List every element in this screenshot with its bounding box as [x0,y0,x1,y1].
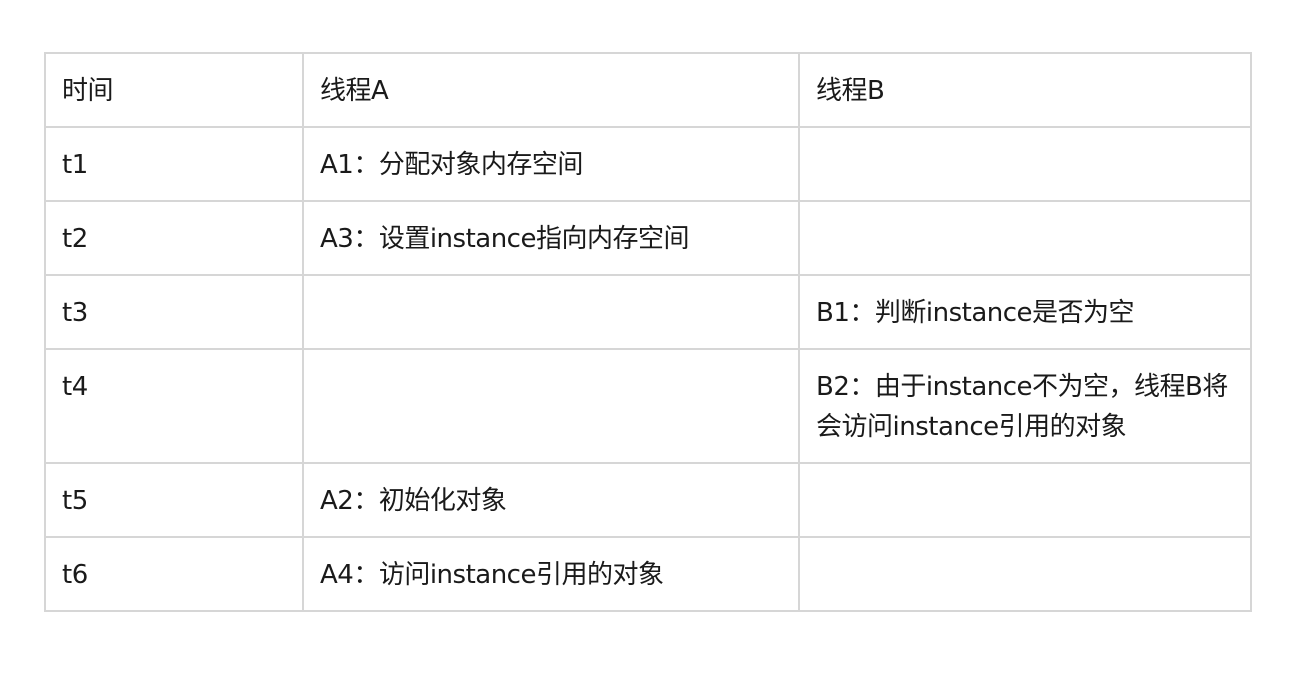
thread-b-cell: B1：判断instance是否为空 [798,274,1252,350]
thread-b-cell [798,536,1252,612]
thread-a-cell: A3：设置instance指向内存空间 [302,200,800,276]
thread-a-cell [302,348,800,464]
header-row: 时间 线程A 线程B [44,52,1252,128]
thread-a-cell [302,274,800,350]
thread-a-cell: A4：访问instance引用的对象 [302,536,800,612]
table-row: t6 A4：访问instance引用的对象 [44,536,1252,612]
thread-a-cell: A2：初始化对象 [302,462,800,538]
thread-timeline-table: 时间 线程A 线程B t1 A1：分配对象内存空间 t2 A3：设置instan… [44,52,1252,612]
timeline-table-container: 时间 线程A 线程B t1 A1：分配对象内存空间 t2 A3：设置instan… [44,52,1252,612]
time-cell: t3 [44,274,304,350]
thread-b-cell [798,126,1252,202]
table-row: t4 B2：由于instance不为空，线程B将会访问instance引用的对象 [44,348,1252,464]
time-cell: t2 [44,200,304,276]
thread-b-cell: B2：由于instance不为空，线程B将会访问instance引用的对象 [798,348,1252,464]
table-row: t1 A1：分配对象内存空间 [44,126,1252,202]
thread-a-cell: A1：分配对象内存空间 [302,126,800,202]
table-row: t3 B1：判断instance是否为空 [44,274,1252,350]
time-cell: t4 [44,348,304,464]
header-thread-b: 线程B [798,52,1252,128]
table-row: t2 A3：设置instance指向内存空间 [44,200,1252,276]
header-thread-a: 线程A [302,52,800,128]
time-cell: t5 [44,462,304,538]
time-cell: t6 [44,536,304,612]
thread-b-cell [798,200,1252,276]
table-row: t5 A2：初始化对象 [44,462,1252,538]
time-cell: t1 [44,126,304,202]
thread-b-cell [798,462,1252,538]
header-time: 时间 [44,52,304,128]
